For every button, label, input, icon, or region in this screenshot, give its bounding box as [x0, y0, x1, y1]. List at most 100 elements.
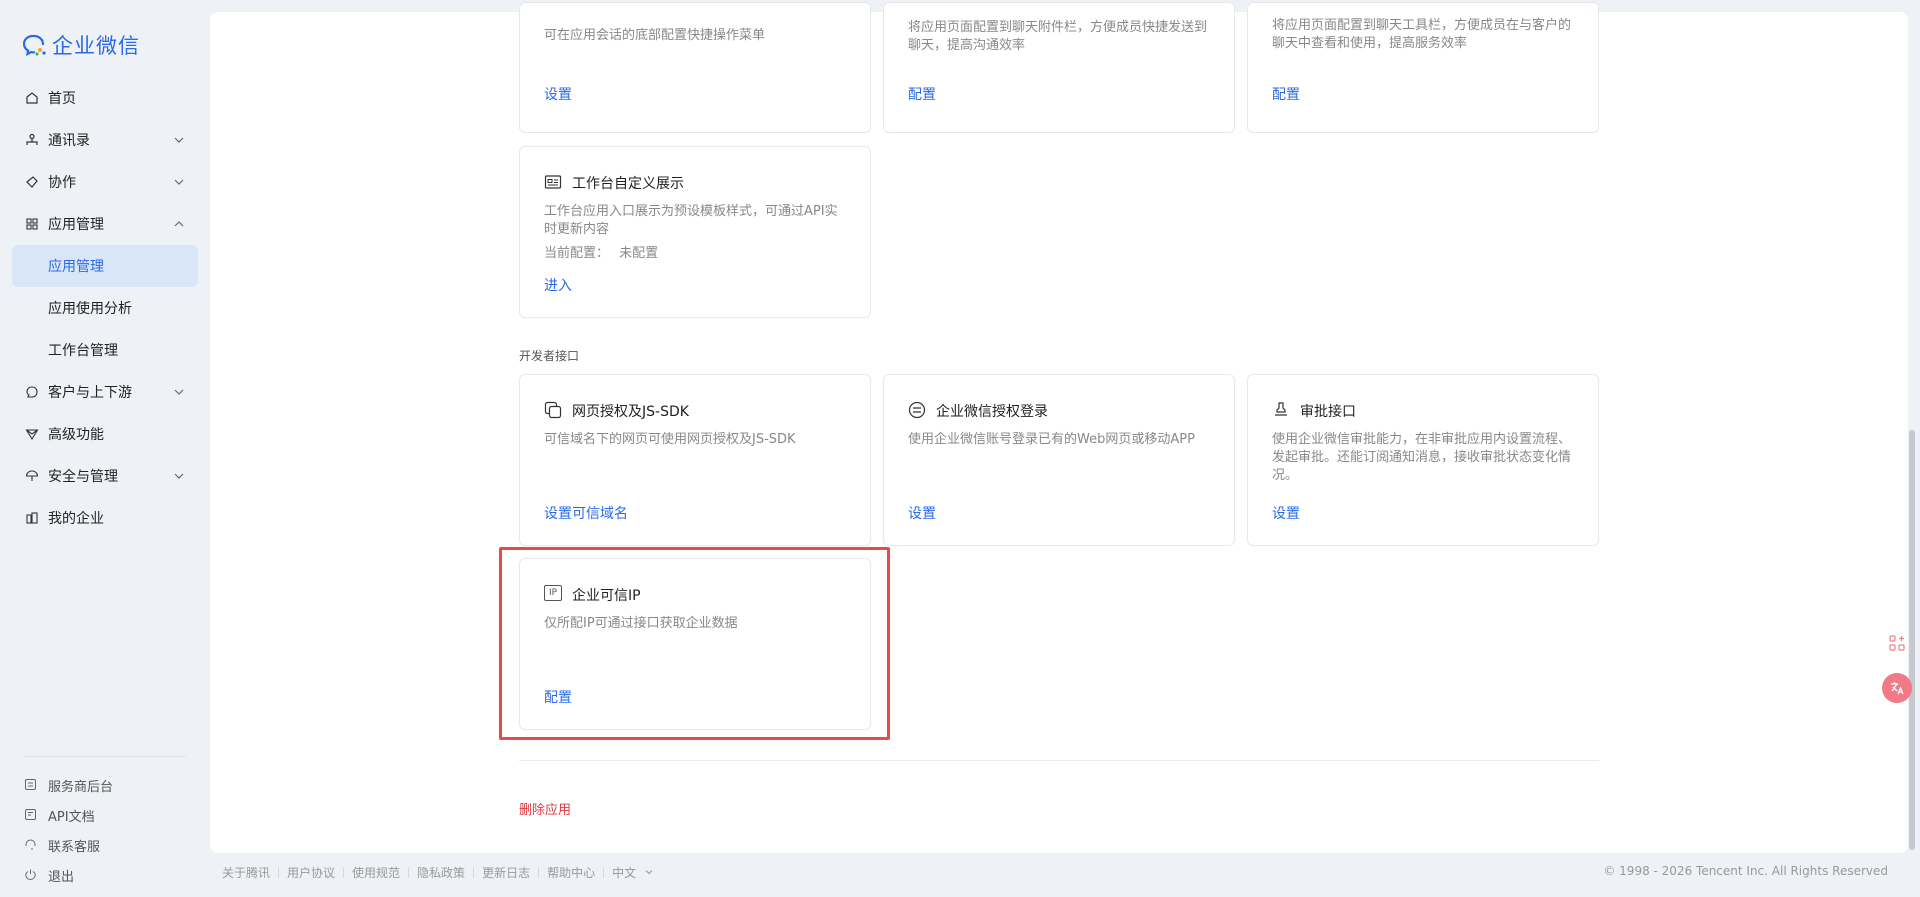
nav-item-my-company[interactable]: 我的企业	[12, 497, 198, 539]
chevron-down-icon	[174, 179, 184, 185]
nav-item-advanced[interactable]: 高级功能	[12, 413, 198, 455]
document-icon	[24, 778, 38, 792]
card-desc: 可信域名下的网页可使用网页授权及JS-SDK	[544, 432, 796, 447]
footer-separator	[473, 867, 475, 878]
nav-label-security: 安全与管理	[48, 469, 118, 485]
nav-item-app-mgmt[interactable]: 应用管理	[12, 203, 198, 245]
card-title: 网页授权及JS-SDK	[572, 404, 689, 420]
contacts-icon	[24, 132, 40, 148]
footer-separator	[343, 867, 345, 878]
nav-sub-app-mgmt[interactable]: 应用管理	[12, 245, 198, 287]
chat-bubble-icon	[24, 384, 40, 400]
current-config-value: 未配置	[619, 246, 659, 261]
card-title: 审批接口	[1300, 404, 1356, 420]
current-config-label: 当前配置：	[544, 246, 610, 261]
footer-link-privacy[interactable]: 隐私政策	[417, 864, 465, 881]
card-link-config[interactable]: 配置	[908, 84, 936, 104]
display-card-icon	[544, 175, 562, 189]
language-selector[interactable]: 中文	[612, 864, 654, 881]
card-link-settings[interactable]: 设置	[544, 84, 572, 104]
floating-translate-button[interactable]	[1882, 673, 1912, 703]
footer-separator	[538, 867, 540, 878]
logo[interactable]: 企业微信	[22, 32, 140, 58]
footer-link-usage-rules[interactable]: 使用规范	[352, 864, 400, 881]
nav-item-security[interactable]: 安全与管理	[12, 455, 198, 497]
nav-item-customers[interactable]: 客户与上下游	[12, 371, 198, 413]
content-divider	[519, 760, 1599, 761]
sidebar: 企业微信 首页 通讯录 协作 应用管理 应用管理 应用使用分析 工作台管理 客户…	[0, 0, 210, 897]
footer-link-terms[interactable]: 用户协议	[287, 864, 335, 881]
service-backend-link[interactable]: 服务商后台	[24, 770, 194, 800]
building-icon	[24, 510, 40, 526]
sidebar-bottom-links: 服务商后台 API文档 联系客服 退出	[24, 770, 194, 890]
nav-item-home[interactable]: 首页	[12, 77, 198, 119]
copyright-text: © 1998 - 2026 Tencent Inc. All Rights Re…	[1603, 864, 1888, 878]
card-desc: 可在应用会话的底部配置快捷操作菜单	[544, 28, 766, 43]
chat-toolbar-card: 将应用页面配置到聊天工具栏，方便成员在与客户的聊天中查看和使用，提高服务效率 配…	[1247, 2, 1599, 133]
sidebar-divider	[24, 756, 186, 757]
card-desc: 使用企业微信账号登录已有的Web网页或移动APP	[908, 432, 1195, 447]
logo-text: 企业微信	[52, 34, 140, 58]
card-title: 企业微信授权登录	[936, 404, 1048, 420]
chevron-down-icon	[174, 389, 184, 395]
power-icon	[24, 868, 38, 882]
api-docs-link[interactable]: API文档	[24, 800, 194, 830]
approval-api-card: 审批接口 使用企业微信审批能力，在非审批应用内设置流程、发起审批。还能订阅通知消…	[1247, 374, 1599, 546]
nav-label-workbench: 工作台管理	[48, 343, 118, 359]
web-auth-icon	[544, 401, 562, 419]
logout-link[interactable]: 退出	[24, 860, 194, 890]
card-link-settings[interactable]: 设置	[1272, 503, 1300, 523]
apps-plus-icon	[1889, 635, 1905, 651]
footer-separator	[408, 867, 410, 878]
card-desc: 工作台应用入口展示为预设模板样式，可通过API实时更新内容	[544, 204, 838, 237]
nav-label-collab: 协作	[48, 175, 76, 191]
grid-icon	[24, 216, 40, 232]
card-desc: 使用企业微信审批能力，在非审批应用内设置流程、发起审批。还能订阅通知消息，接收审…	[1272, 432, 1572, 483]
footer-links: 关于腾讯 用户协议 使用规范 隐私政策 更新日志 帮助中心 中文	[222, 864, 654, 881]
contact-support-link[interactable]: 联系客服	[24, 830, 194, 860]
card-desc: 将应用页面配置到聊天附件栏，方便成员快捷发送到聊天，提高沟通效率	[908, 20, 1208, 53]
headset-icon	[24, 838, 38, 852]
delete-app-link[interactable]: 删除应用	[519, 799, 571, 818]
nav-label-home: 首页	[48, 91, 76, 107]
nav-item-collab[interactable]: 协作	[12, 161, 198, 203]
api-docs-label: API文档	[48, 809, 95, 825]
current-config: 当前配置： 未配置	[544, 245, 846, 263]
footer-link-about[interactable]: 关于腾讯	[222, 864, 270, 881]
card-desc: 将应用页面配置到聊天工具栏，方便成员在与客户的聊天中查看和使用，提高服务效率	[1272, 18, 1572, 51]
footer-link-changelog[interactable]: 更新日志	[482, 864, 530, 881]
language-label: 中文	[612, 866, 637, 880]
main-panel: 可在应用会话的底部配置快捷操作菜单 设置 将应用页面配置到聊天附件栏，方便成员快…	[210, 2, 1908, 853]
wecom-auth-login-card: 企业微信授权登录 使用企业微信账号登录已有的Web网页或移动APP 设置	[883, 374, 1235, 546]
highlight-box	[499, 547, 890, 740]
footer-separator	[603, 867, 605, 878]
chevron-up-icon	[174, 221, 184, 227]
auth-login-icon	[908, 401, 926, 419]
nav-label-app-mgmt-sub: 应用管理	[48, 259, 104, 275]
footer-link-help[interactable]: 帮助中心	[547, 864, 595, 881]
diamond-icon	[24, 426, 40, 442]
nav-label-customers: 客户与上下游	[48, 385, 132, 401]
card-link-config[interactable]: 配置	[1272, 84, 1300, 104]
floating-apps-button[interactable]	[1882, 628, 1912, 658]
nav-sub-workbench[interactable]: 工作台管理	[12, 329, 198, 371]
chat-attachment-card: 将应用页面配置到聊天附件栏，方便成员快捷发送到聊天，提高沟通效率 配置	[883, 2, 1235, 133]
quick-menu-card: 可在应用会话的底部配置快捷操作菜单 设置	[519, 2, 871, 133]
translate-icon	[1891, 682, 1904, 695]
workbench-display-card: 工作台自定义展示 工作台应用入口展示为预设模板样式，可通过API实时更新内容 当…	[519, 146, 871, 318]
nav-label-app-mgmt: 应用管理	[48, 217, 104, 233]
card-title: 工作台自定义展示	[572, 176, 684, 192]
nav-item-contacts[interactable]: 通讯录	[12, 119, 198, 161]
home-icon	[24, 90, 40, 106]
card-link-set-trusted-domain[interactable]: 设置可信域名	[544, 503, 628, 523]
section-label-developer-api: 开发者接口	[519, 349, 580, 363]
nav-label-advanced: 高级功能	[48, 427, 104, 443]
card-link-settings[interactable]: 设置	[908, 503, 936, 523]
nav-sub-app-usage[interactable]: 应用使用分析	[12, 287, 198, 329]
umbrella-icon	[24, 468, 40, 484]
card-link-enter[interactable]: 进入	[544, 275, 572, 295]
stamp-icon	[1275, 402, 1287, 416]
footer-separator	[278, 867, 280, 878]
nav-label-app-usage: 应用使用分析	[48, 301, 132, 317]
nav-label-contacts: 通讯录	[48, 133, 90, 149]
